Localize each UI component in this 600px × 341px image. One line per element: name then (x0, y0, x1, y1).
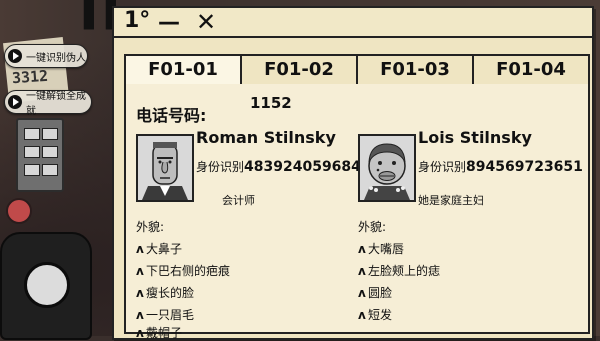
apartment-panel: 电话号码: 1152 Roman Stilnsky 身份识别4839240596… (124, 84, 590, 340)
id-number: 483924059684 (244, 159, 361, 175)
paper-note-number: 3312 (11, 66, 49, 88)
resident-job: 她是家庭主妇 (418, 194, 484, 207)
play-icon (8, 95, 22, 109)
id-number: 894569723651 (466, 159, 583, 175)
resident-id: 身份识别894569723651 (418, 158, 583, 175)
resident-name: Roman Stilnsky (196, 128, 336, 147)
floor-tabs: F01-01 F01-02 F01-03 F01-04 (124, 54, 590, 88)
resident-job: 会计师 (222, 194, 255, 207)
resident-card: Roman Stilnsky 身份识别483924059684 会计师 外貌: … (136, 124, 361, 340)
resident-id: 身份识别483924059684 (196, 158, 361, 175)
red-alarm-button[interactable] (6, 198, 32, 224)
id-label: 身份识别 (196, 160, 245, 174)
intercom-key (42, 164, 58, 176)
appearance-feature: ʌ 左脸颊上的痣 (358, 264, 441, 278)
window-title: 1° (124, 8, 151, 33)
close-button[interactable]: ✕ (196, 8, 216, 36)
tab-f01-01[interactable]: F01-01 (126, 56, 242, 86)
identify-fake-button[interactable]: 一键识别伪人 (4, 44, 88, 68)
appearance-feature: ʌ 戴帽子 (136, 326, 183, 340)
appearance-label: 外貌: (136, 220, 165, 234)
window-titlebar: 1° — ✕ (114, 8, 592, 38)
appearance-feature: ʌ 一只眉毛 (136, 308, 195, 322)
intercom-key (24, 164, 40, 176)
appearance-feature: ʌ 圆脸 (358, 286, 393, 300)
phone-number-value: 1152 (250, 94, 292, 112)
dossier-window: 1° — ✕ F01-01 F01-02 F01-03 F01-04 电话号码:… (112, 0, 596, 340)
rotary-phone[interactable] (0, 232, 92, 340)
appearance-feature: ʌ 瘦长的脸 (136, 286, 195, 300)
unlock-achievements-label: 一键解锁全成就 (26, 91, 86, 117)
intercom-key (42, 146, 58, 158)
play-icon (8, 49, 22, 63)
phone-number-label: 电话号码: (136, 106, 207, 125)
phone-dial[interactable] (24, 262, 70, 308)
appearance-label: 外貌: (358, 220, 387, 234)
tab-f01-03[interactable]: F01-03 (358, 56, 474, 86)
intercom-panel (16, 118, 64, 192)
intercom-key (42, 128, 58, 140)
resident-portrait (358, 134, 416, 202)
appearance-feature: ʌ 大鼻子 (136, 242, 183, 256)
resident-portrait (136, 134, 194, 202)
intercom-key (24, 128, 40, 140)
resident-name: Lois Stilnsky (418, 128, 532, 147)
appearance-feature: ʌ 大嘴唇 (358, 242, 405, 256)
resident-card: Lois Stilnsky 身份识别894569723651 她是家庭主妇 外貌… (358, 124, 583, 329)
identify-fake-label: 一键识别伪人 (26, 52, 86, 64)
tab-f01-02[interactable]: F01-02 (242, 56, 358, 86)
unlock-achievements-button[interactable]: 一键解锁全成就 (4, 90, 92, 117)
appearance-feature: ʌ 短发 (358, 308, 393, 322)
intercom-key (24, 146, 40, 158)
tab-f01-04[interactable]: F01-04 (474, 56, 588, 86)
appearance-feature: ʌ 下巴右侧的疤痕 (136, 264, 231, 278)
minimize-button[interactable]: — (158, 10, 180, 35)
id-label: 身份识别 (418, 160, 467, 174)
